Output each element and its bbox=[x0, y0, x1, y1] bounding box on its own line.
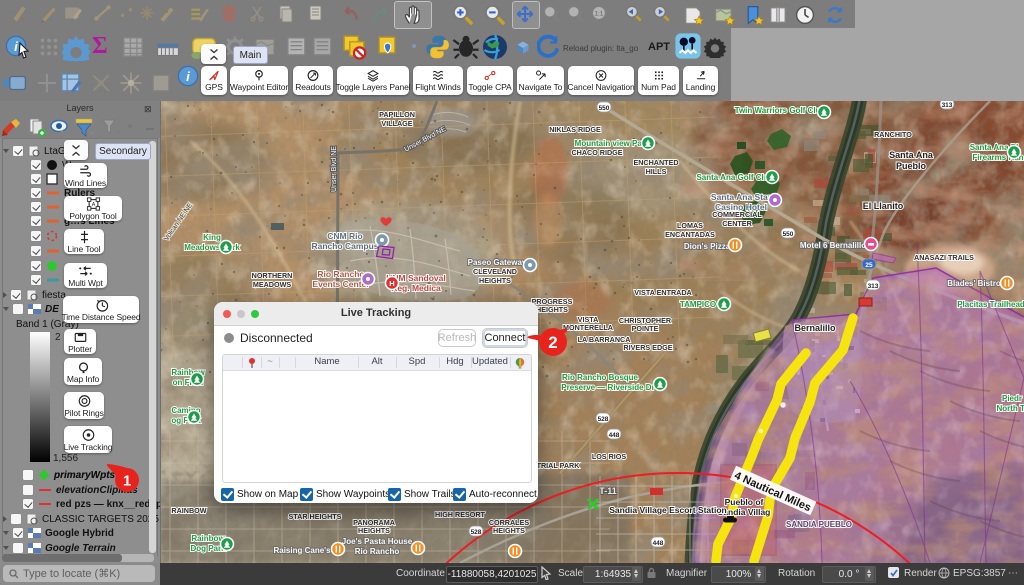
svg-text:RANCHITO: RANCHITO bbox=[874, 130, 912, 139]
svg-text:El Llanito: El Llanito bbox=[863, 201, 904, 211]
svg-text:313: 313 bbox=[868, 283, 879, 290]
svg-text:HEIGHTS: HEIGHTS bbox=[493, 526, 525, 535]
svg-text:LA BARRANCA: LA BARRANCA bbox=[578, 335, 631, 344]
svg-text:1: 1 bbox=[123, 473, 131, 490]
svg-text:A: A bbox=[91, 201, 95, 207]
svg-text:HEIGHTS: HEIGHTS bbox=[479, 276, 511, 285]
svg-text:Rancho Campus: Rancho Campus bbox=[311, 241, 378, 251]
svg-text:Blades' Bistro: Blades' Bistro bbox=[947, 279, 1001, 288]
svg-text:HIGH RESORT: HIGH RESORT bbox=[435, 510, 486, 519]
svg-text:550: 550 bbox=[783, 231, 794, 238]
svg-text:MEADOWS: MEADOWS bbox=[253, 280, 292, 289]
svg-text:25: 25 bbox=[865, 262, 873, 269]
svg-text:NORTHERN: NORTHERN bbox=[252, 271, 293, 280]
svg-text:Rio Rancho: Rio Rancho bbox=[355, 547, 400, 556]
svg-text:Santa Ana Star: Santa Ana Star bbox=[711, 192, 772, 202]
svg-text:Pueblo of: Pueblo of bbox=[725, 497, 764, 507]
svg-text:CENTER: CENTER bbox=[722, 219, 752, 228]
svg-text:NIKLAS RIDGE: NIKLAS RIDGE bbox=[549, 125, 601, 134]
svg-text:Pueblo: Pueblo bbox=[896, 161, 927, 171]
svg-text:VISTA ENTRADA: VISTA ENTRADA bbox=[634, 288, 692, 297]
svg-text:North Tr: North Tr bbox=[996, 404, 1024, 413]
svg-text:550: 550 bbox=[599, 105, 610, 112]
svg-text:Bernalillo: Bernalillo bbox=[794, 323, 836, 333]
svg-text:Preserve — Riverside Dr: Preserve — Riverside Dr bbox=[561, 383, 654, 392]
svg-text:ENCANTADAS: ENCANTADAS bbox=[665, 230, 715, 239]
svg-text:King: King bbox=[203, 233, 221, 242]
svg-text:Raising Cane's: Raising Cane's bbox=[273, 546, 331, 555]
svg-text:Placitas Trailhead: Placitas Trailhead bbox=[957, 300, 1024, 309]
svg-text:Santa Ana Golf Club: Santa Ana Golf Club bbox=[696, 173, 773, 182]
svg-text:Casino Hotel: Casino Hotel bbox=[715, 202, 767, 212]
svg-text:TRIAL PARK: TRIAL PARK bbox=[537, 461, 581, 470]
svg-text:i: i bbox=[186, 69, 190, 84]
svg-text:H: H bbox=[389, 279, 394, 288]
svg-text:Mountain view Park: Mountain view Park bbox=[575, 139, 650, 148]
svg-text:Motel 6 Bernalillo: Motel 6 Bernalillo bbox=[800, 241, 866, 250]
svg-text:VILLAGE: VILLAGE bbox=[381, 119, 412, 128]
svg-text:Rio Rancho: Rio Rancho bbox=[317, 269, 364, 279]
svg-text:Piedr: Piedr bbox=[1002, 394, 1022, 403]
svg-text:Rio Rancho Bosque: Rio Rancho Bosque bbox=[562, 373, 639, 382]
svg-text:Dion's Pizza: Dion's Pizza bbox=[684, 242, 731, 251]
svg-text:RAINBOW: RAINBOW bbox=[171, 506, 206, 515]
svg-text:448: 448 bbox=[653, 540, 664, 547]
svg-text:ANASAZI TRAILS: ANASAZI TRAILS bbox=[914, 253, 974, 262]
svg-text:HEIGHTS: HEIGHTS bbox=[358, 526, 390, 535]
svg-text:Twin Warriors Golf Club: Twin Warriors Golf Club bbox=[735, 106, 826, 115]
svg-text:528: 528 bbox=[471, 529, 482, 536]
svg-text:T-11: T-11 bbox=[599, 486, 617, 496]
svg-text:CLEVELAND: CLEVELAND bbox=[473, 267, 517, 276]
svg-text:POINTE: POINTE bbox=[632, 324, 659, 333]
svg-text:PAPILLON: PAPILLON bbox=[379, 110, 415, 119]
svg-text:SANDIA PUEBLO: SANDIA PUEBLO bbox=[786, 520, 852, 529]
svg-text:Sandia Village Escort Station: Sandia Village Escort Station bbox=[609, 505, 726, 515]
svg-text:STAR HEIGHTS: STAR HEIGHTS bbox=[289, 512, 342, 521]
svg-text:1:1: 1:1 bbox=[594, 11, 603, 18]
svg-text:Paseo Gateway: Paseo Gateway bbox=[468, 258, 527, 267]
svg-text:CNM Rio: CNM Rio bbox=[327, 231, 362, 241]
svg-text:313: 313 bbox=[942, 102, 953, 109]
svg-text:528: 528 bbox=[598, 416, 609, 423]
svg-text:HEIGHTS: HEIGHTS bbox=[536, 305, 568, 314]
svg-text:2: 2 bbox=[548, 333, 557, 352]
svg-text:Joe's Pasta House: Joe's Pasta House bbox=[342, 537, 413, 546]
svg-text:Unser Blvd NE: Unser Blvd NE bbox=[331, 146, 338, 192]
svg-text:448: 448 bbox=[609, 432, 620, 439]
svg-text:Santa Ana: Santa Ana bbox=[889, 150, 934, 160]
svg-text:TAMPICO: TAMPICO bbox=[680, 300, 716, 309]
svg-text:LOS RIOS: LOS RIOS bbox=[592, 452, 627, 461]
svg-text:LOMAS: LOMAS bbox=[677, 221, 703, 230]
svg-text:RIVERS EDGE: RIVERS EDGE bbox=[623, 343, 672, 352]
svg-text:CHACO RIDGE: CHACO RIDGE bbox=[571, 148, 622, 157]
svg-text:ENCHANTED: ENCHANTED bbox=[633, 158, 678, 167]
svg-text:HILLS: HILLS bbox=[646, 167, 667, 176]
